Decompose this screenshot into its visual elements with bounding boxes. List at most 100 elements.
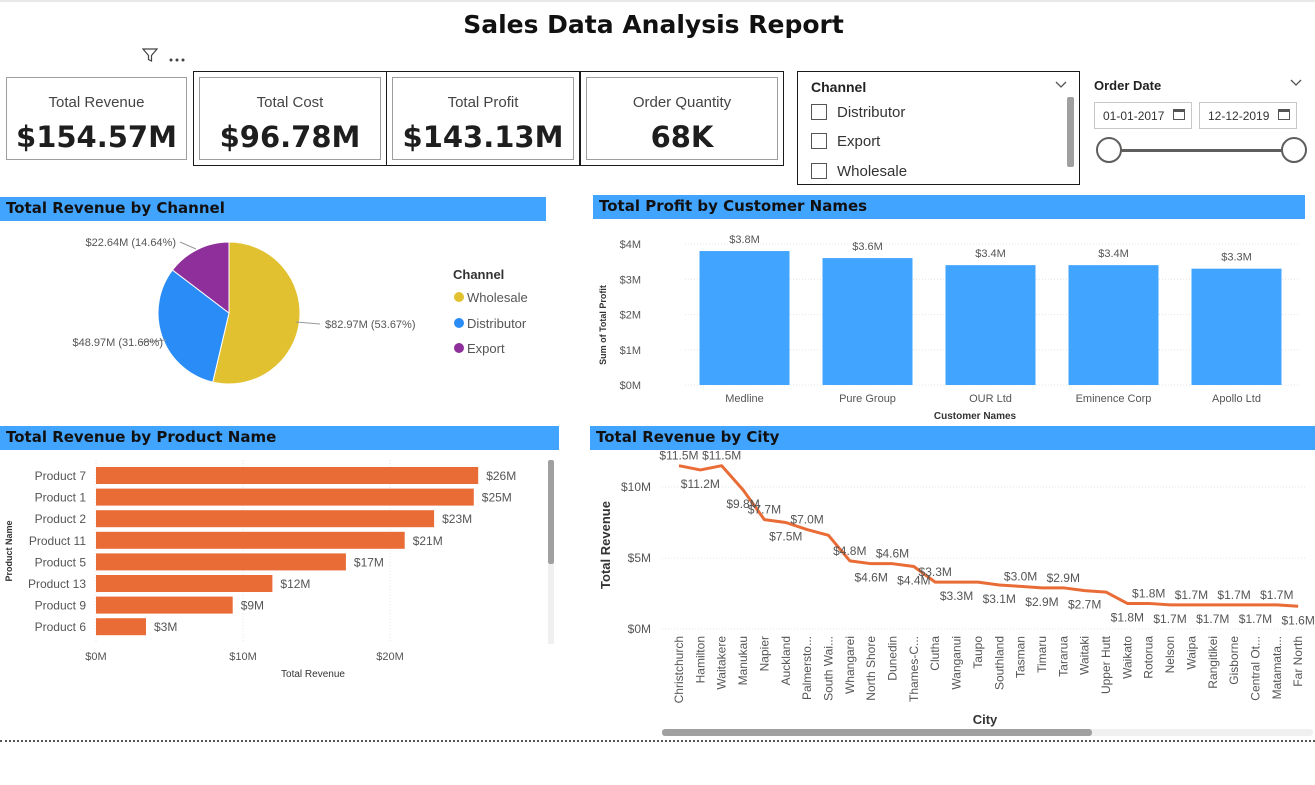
product-category-label: Product 1 — [35, 491, 87, 505]
charts-canvas: $82.97M (53.67%) $48.97M (31.68%) $22.64M … — [4, 234, 1315, 736]
channel-pie-chart[interactable]: $82.97M (53.67%) $48.97M (31.68%) $22.64M … — [73, 237, 416, 385]
pie-data-label: $48.97M (31.68%) — [73, 337, 164, 349]
product-category-label: Product 6 — [35, 620, 87, 634]
profit-x-axis-title: Customer Names — [934, 411, 1017, 422]
product-chart-scroll-track[interactable] — [548, 564, 554, 644]
city-x-tick: Dunedin — [886, 636, 900, 681]
city-data-label: $2.7M — [1068, 598, 1101, 612]
city-data-label: $7.7M — [748, 503, 781, 517]
profit-y-axis-title: Sum of Total Profit — [598, 285, 608, 365]
profit-bar[interactable] — [699, 251, 790, 385]
product-category-label: Product 2 — [35, 512, 87, 526]
page-bottom-divider — [0, 740, 1315, 742]
city-data-label: $1.6M — [1281, 613, 1314, 627]
city-x-tick: Gisborne — [1227, 636, 1241, 685]
city-line-chart[interactable]: $0M $5M $10M $11.5M Christchurch $11.2M Hamilt… — [621, 449, 1315, 704]
product-category-label: Product 5 — [35, 555, 87, 569]
profit-data-label: $3.4M — [1098, 248, 1129, 260]
city-x-tick: Thames-C... — [907, 636, 921, 702]
city-data-label: $1.7M — [1239, 612, 1272, 626]
product-bar[interactable] — [96, 488, 474, 506]
profit-x-tick: OUR Ltd — [969, 393, 1012, 405]
city-x-tick: Manukau — [736, 636, 750, 685]
city-data-label: $4.8M — [833, 544, 866, 558]
city-x-tick: Nelson — [1163, 636, 1177, 673]
city-data-label: $3.3M — [919, 565, 952, 579]
profit-bar[interactable] — [945, 265, 1036, 385]
city-data-label: $7.5M — [769, 530, 802, 544]
channel-legend: Channel Wholesale Distributor Export — [453, 267, 528, 356]
product-y-axis-title: Product Name — [4, 520, 14, 581]
product-x-tick: $0M — [85, 651, 106, 663]
product-bar[interactable] — [96, 467, 479, 484]
city-x-tick: Whangarei — [843, 636, 857, 694]
pie-leader-line — [179, 241, 197, 250]
city-data-label: $11.5M — [702, 449, 741, 463]
city-data-label: $1.8M — [1132, 586, 1165, 600]
city-x-tick: South Wai... — [821, 636, 835, 701]
city-y-tick: $0M — [628, 622, 651, 636]
product-bar[interactable] — [96, 531, 405, 549]
city-y-tick: $5M — [628, 551, 651, 565]
profit-bar-chart[interactable]: $0M $1M $2M $3M $4M $3.8M Medline $3.6M Pure Gro… — [620, 234, 1300, 405]
city-x-tick: Tararua — [1056, 636, 1070, 677]
product-bar[interactable] — [96, 618, 146, 636]
profit-y-tick: $1M — [620, 345, 641, 357]
city-x-tick: Rotorua — [1142, 636, 1156, 679]
city-x-tick: Waikato — [1120, 636, 1134, 679]
profit-data-label: $3.8M — [729, 234, 760, 246]
pie-data-label: $82.97M (53.67%) — [325, 319, 416, 331]
profit-x-tick: Pure Group — [839, 393, 896, 405]
product-bar[interactable] — [96, 575, 273, 592]
city-x-tick: Napier — [757, 636, 771, 671]
product-category-label: Product 11 — [29, 534, 86, 548]
legend-item-export[interactable]: Export — [467, 341, 505, 356]
profit-bar[interactable] — [1191, 268, 1282, 385]
profit-y-tick: $0M — [620, 380, 641, 392]
profit-x-tick: Eminence Corp — [1076, 393, 1152, 405]
city-x-tick: Waitakere — [715, 636, 729, 690]
city-data-label: $1.7M — [1153, 612, 1186, 626]
legend-item-distributor[interactable]: Distributor — [467, 316, 527, 331]
city-data-label: $1.7M — [1175, 588, 1208, 602]
city-data-label: $3.1M — [983, 592, 1016, 606]
legend-swatch-wholesale — [454, 292, 464, 302]
product-category-label: Product 9 — [35, 599, 87, 613]
city-x-tick: Timaru — [1035, 636, 1049, 673]
city-chart-scrollbar[interactable] — [662, 729, 1092, 736]
city-x-tick: Palmersto... — [800, 636, 814, 700]
product-bar-chart[interactable]: $0M $10M $20M Product 7 $26M Product 1 $25M Pro… — [28, 460, 516, 663]
product-chart-scrollbar[interactable] — [548, 460, 554, 564]
city-data-label: $11.5M — [659, 449, 698, 463]
product-bar[interactable] — [96, 596, 233, 614]
city-data-label: $3.0M — [1004, 569, 1037, 583]
city-x-axis-title: City — [973, 712, 998, 727]
city-data-label: $4.6M — [876, 547, 909, 561]
city-x-tick: North Shore — [864, 636, 878, 701]
city-x-tick: Wanganui — [950, 636, 964, 690]
city-x-tick: Waitaki — [1078, 636, 1092, 675]
city-data-label: $1.7M — [1217, 588, 1250, 602]
city-y-tick: $10M — [621, 480, 651, 494]
city-x-tick: Waipa — [1184, 636, 1198, 670]
city-x-tick: Matamata... — [1270, 636, 1284, 699]
city-x-tick: Taupo — [971, 636, 985, 669]
city-x-tick: Central Ot... — [1248, 636, 1262, 701]
product-bar[interactable] — [96, 510, 435, 528]
city-x-tick: Upper Hutt — [1099, 635, 1113, 694]
pie-data-label: $22.64M (14.64%) — [86, 237, 177, 249]
product-bar[interactable] — [96, 553, 346, 571]
product-x-tick: $20M — [376, 651, 404, 663]
city-data-label: $1.7M — [1196, 612, 1229, 626]
legend-swatch-export — [454, 343, 464, 353]
city-x-tick: Hamilton — [693, 636, 707, 683]
legend-swatch-distributor — [454, 318, 464, 328]
city-data-label: $1.8M — [1111, 610, 1144, 624]
city-x-tick: Rangitikei — [1206, 636, 1220, 689]
city-x-tick: Far North — [1291, 636, 1305, 687]
profit-bar[interactable] — [1068, 265, 1159, 385]
profit-y-tick: $3M — [620, 274, 641, 286]
legend-item-wholesale[interactable]: Wholesale — [467, 290, 528, 305]
profit-x-tick: Apollo Ltd — [1212, 393, 1261, 405]
profit-bar[interactable] — [822, 258, 913, 385]
